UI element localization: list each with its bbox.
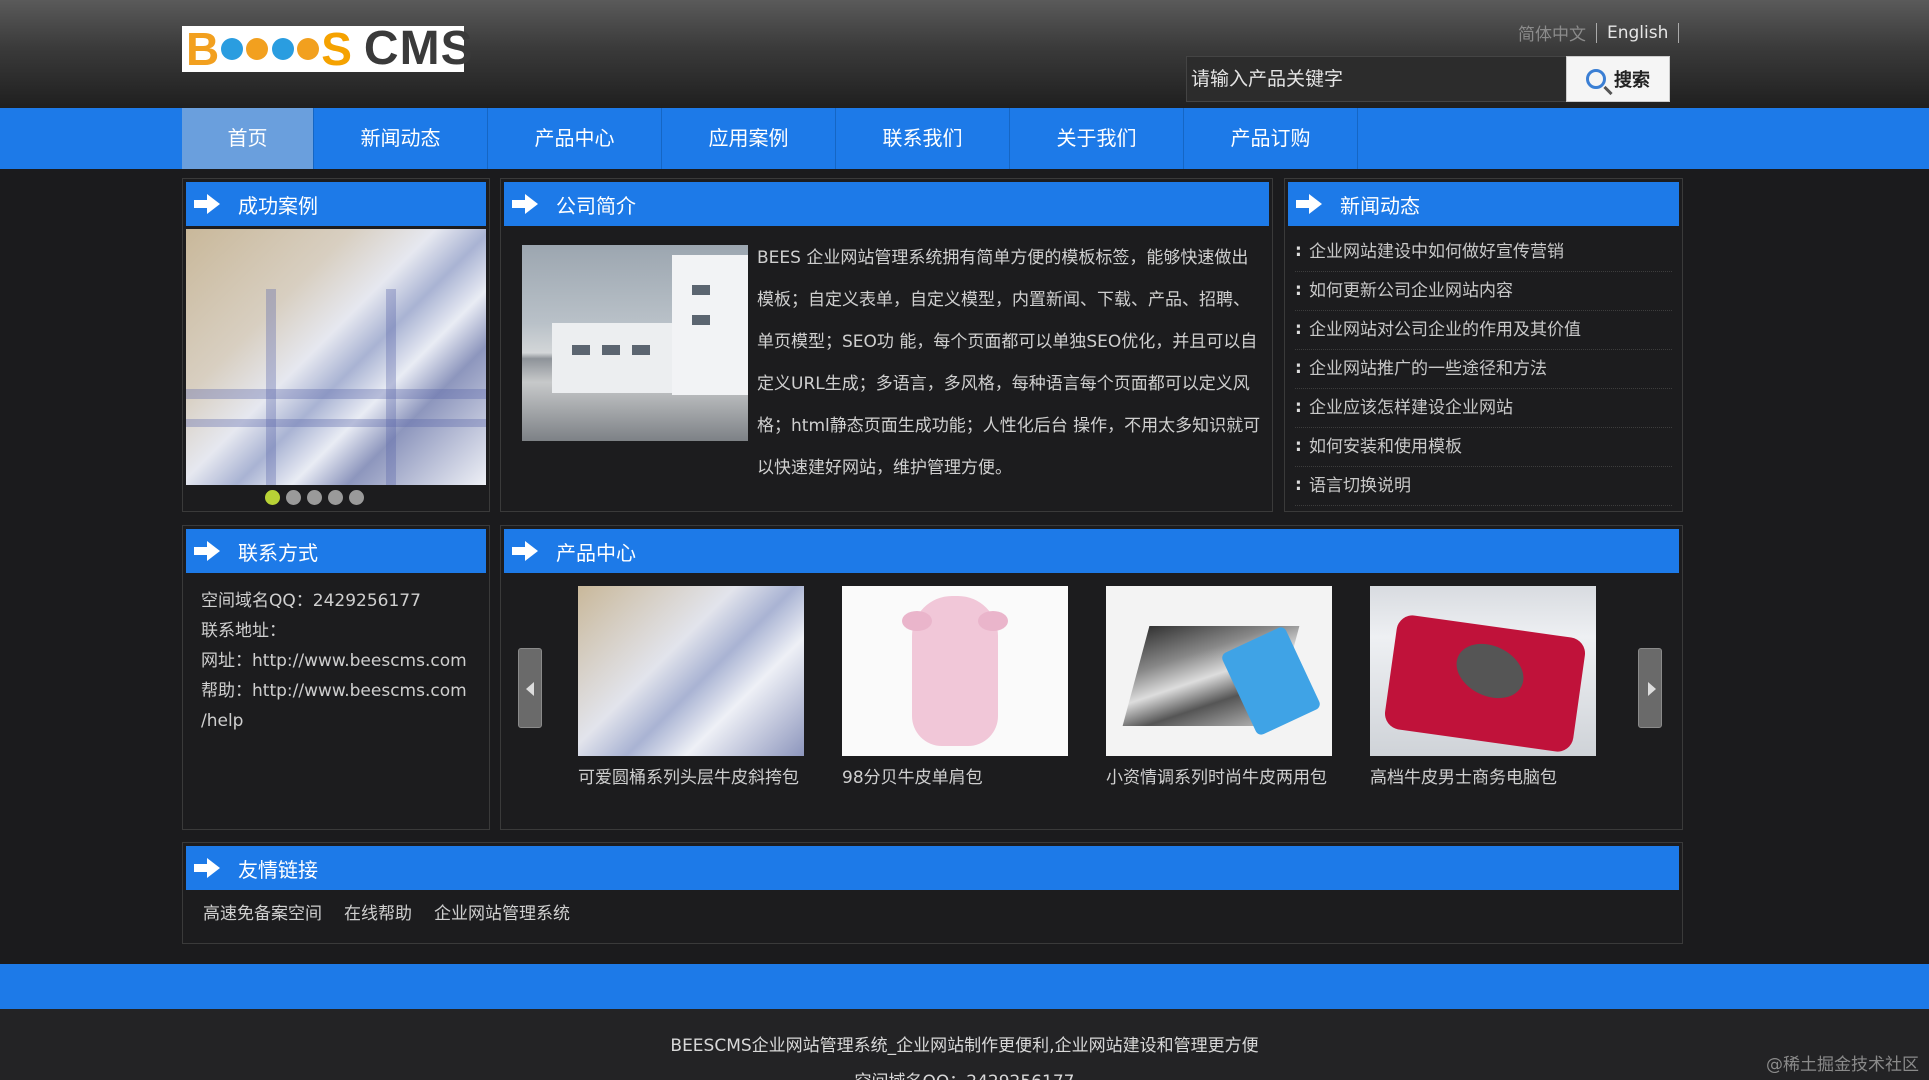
- news-item[interactable]: 如何安装和使用模板: [1295, 427, 1672, 467]
- search-icon: [1586, 69, 1606, 89]
- company-intro-title: 公司简介: [504, 182, 1269, 226]
- news-item[interactable]: 企业应该怎样建设企业网站: [1295, 388, 1672, 428]
- contact-address: 联系地址：: [201, 621, 286, 641]
- friend-links-panel: 友情链接 高速免备案空间 在线帮助 企业网站管理系统: [182, 842, 1683, 944]
- contact-help[interactable]: 帮助：http://www.beescms.com: [201, 676, 479, 706]
- company-intro-text: BEES 企业网站管理系统拥有简单方便的模板标签，能够快速做出模板；自定义表单，…: [757, 248, 1261, 478]
- footer-band: [0, 964, 1929, 1009]
- nav-item-about[interactable]: 关于我们: [1010, 108, 1184, 169]
- products-title: 产品中心: [504, 529, 1679, 573]
- news-panel: 新闻动态 企业网站建设中如何做好宣传营销 如何更新公司企业网站内容 企业网站对公…: [1284, 178, 1683, 512]
- slider-dot[interactable]: [307, 490, 322, 505]
- product-card[interactable]: 小资情调系列时尚牛皮两用包: [1106, 586, 1332, 789]
- friend-link[interactable]: 在线帮助: [344, 899, 412, 924]
- nav-item-home[interactable]: 首页: [182, 108, 314, 169]
- product-image[interactable]: [842, 586, 1068, 756]
- language-switch: 简体中文 English: [1518, 20, 1680, 45]
- carousel-next-button[interactable]: [1638, 648, 1662, 728]
- footer-line-1: BEESCMS企业网站管理系统_企业网站制作更便利,企业网站建设和管理更方便: [670, 1036, 1259, 1056]
- success-cases-panel: 成功案例: [182, 178, 490, 512]
- product-name[interactable]: 98分贝牛皮单肩包: [842, 768, 1068, 789]
- company-intro-panel: 公司简介 BEES 企业网站管理系统拥有简单方便的模板标签，能够快速做出模板；自…: [500, 178, 1273, 512]
- product-card[interactable]: 高档牛皮男士商务电脑包: [1370, 586, 1596, 789]
- search-input[interactable]: 请输入产品关键字: [1186, 56, 1570, 102]
- contact-help-path[interactable]: /help: [201, 706, 479, 736]
- slider-dot[interactable]: [265, 490, 280, 505]
- search-button[interactable]: 搜索: [1566, 56, 1670, 102]
- friend-link[interactable]: 高速免备案空间: [203, 899, 322, 924]
- product-name[interactable]: 小资情调系列时尚牛皮两用包: [1106, 768, 1332, 789]
- nav-item-order[interactable]: 产品订购: [1184, 108, 1358, 169]
- slider-dot[interactable]: [349, 490, 364, 505]
- nav-item-products[interactable]: 产品中心: [488, 108, 662, 169]
- contact-qq: 空间域名QQ：2429256177: [201, 591, 421, 611]
- company-photo: [522, 245, 748, 441]
- contact-info: 空间域名QQ：2429256177 联系地址： 网址：http://www.be…: [201, 586, 479, 736]
- slider-dot[interactable]: [286, 490, 301, 505]
- nav-item-contact[interactable]: 联系我们: [836, 108, 1010, 169]
- product-name[interactable]: 可爱圆桶系列头层牛皮斜挎包: [578, 768, 804, 789]
- main-nav: 首页 新闻动态 产品中心 应用案例 联系我们 关于我们 产品订购: [0, 108, 1929, 169]
- slider-dots: [265, 490, 364, 505]
- product-image[interactable]: [1370, 586, 1596, 756]
- product-image[interactable]: [578, 586, 804, 756]
- contact-website[interactable]: 网址：http://www.beescms.com: [201, 646, 479, 676]
- news-title: 新闻动态: [1288, 182, 1679, 226]
- news-item[interactable]: 企业网站对公司企业的作用及其价值: [1295, 310, 1672, 350]
- arrow-right-icon: [1296, 194, 1322, 214]
- contact-panel: 联系方式 空间域名QQ：2429256177 联系地址： 网址：http://w…: [182, 525, 490, 830]
- arrow-right-icon: [512, 194, 538, 214]
- product-card[interactable]: 可爱圆桶系列头层牛皮斜挎包: [578, 586, 804, 789]
- success-cases-title: 成功案例: [186, 182, 486, 226]
- success-case-image[interactable]: [186, 229, 486, 485]
- footer-line-2: 空间域名QQ：2429256177: [0, 1067, 1929, 1080]
- arrow-right-icon: [194, 541, 220, 561]
- news-item[interactable]: 如何更新公司企业网站内容: [1295, 271, 1672, 311]
- news-item[interactable]: 语言切换说明: [1295, 466, 1672, 506]
- news-item[interactable]: 企业网站建设中如何做好宣传营销: [1295, 232, 1672, 272]
- lang-en-link[interactable]: English: [1607, 23, 1668, 43]
- friend-link[interactable]: 企业网站管理系统: [434, 899, 570, 924]
- nav-item-news[interactable]: 新闻动态: [314, 108, 488, 169]
- friend-links-title: 友情链接: [186, 846, 1679, 890]
- friend-links-list: 高速免备案空间 在线帮助 企业网站管理系统: [203, 899, 570, 924]
- contact-title: 联系方式: [186, 529, 486, 573]
- header: B S CMS 简体中文 English 请输入产品关键字 搜索: [0, 0, 1929, 108]
- lang-zh-link[interactable]: 简体中文: [1518, 20, 1586, 45]
- site-logo[interactable]: B S CMS: [182, 25, 473, 73]
- nav-item-cases[interactable]: 应用案例: [662, 108, 836, 169]
- product-image[interactable]: [1106, 586, 1332, 756]
- footer: BEESCMS企业网站管理系统_企业网站制作更便利,企业网站建设和管理更方便 空…: [0, 1009, 1929, 1080]
- news-item[interactable]: 企业网站推广的一些途径和方法: [1295, 349, 1672, 389]
- watermark: @稀土掘金技术社区: [1766, 1055, 1919, 1075]
- arrow-right-icon: [194, 194, 220, 214]
- product-card[interactable]: 98分贝牛皮单肩包: [842, 586, 1068, 789]
- arrow-right-icon: [194, 858, 220, 878]
- carousel-prev-button[interactable]: [518, 648, 542, 728]
- products-panel: 产品中心 可爱圆桶系列头层牛皮斜挎包 98分贝牛皮单肩包 小资情调系列时尚牛皮两…: [500, 525, 1683, 830]
- slider-dot[interactable]: [328, 490, 343, 505]
- product-name[interactable]: 高档牛皮男士商务电脑包: [1370, 768, 1596, 789]
- arrow-right-icon: [512, 541, 538, 561]
